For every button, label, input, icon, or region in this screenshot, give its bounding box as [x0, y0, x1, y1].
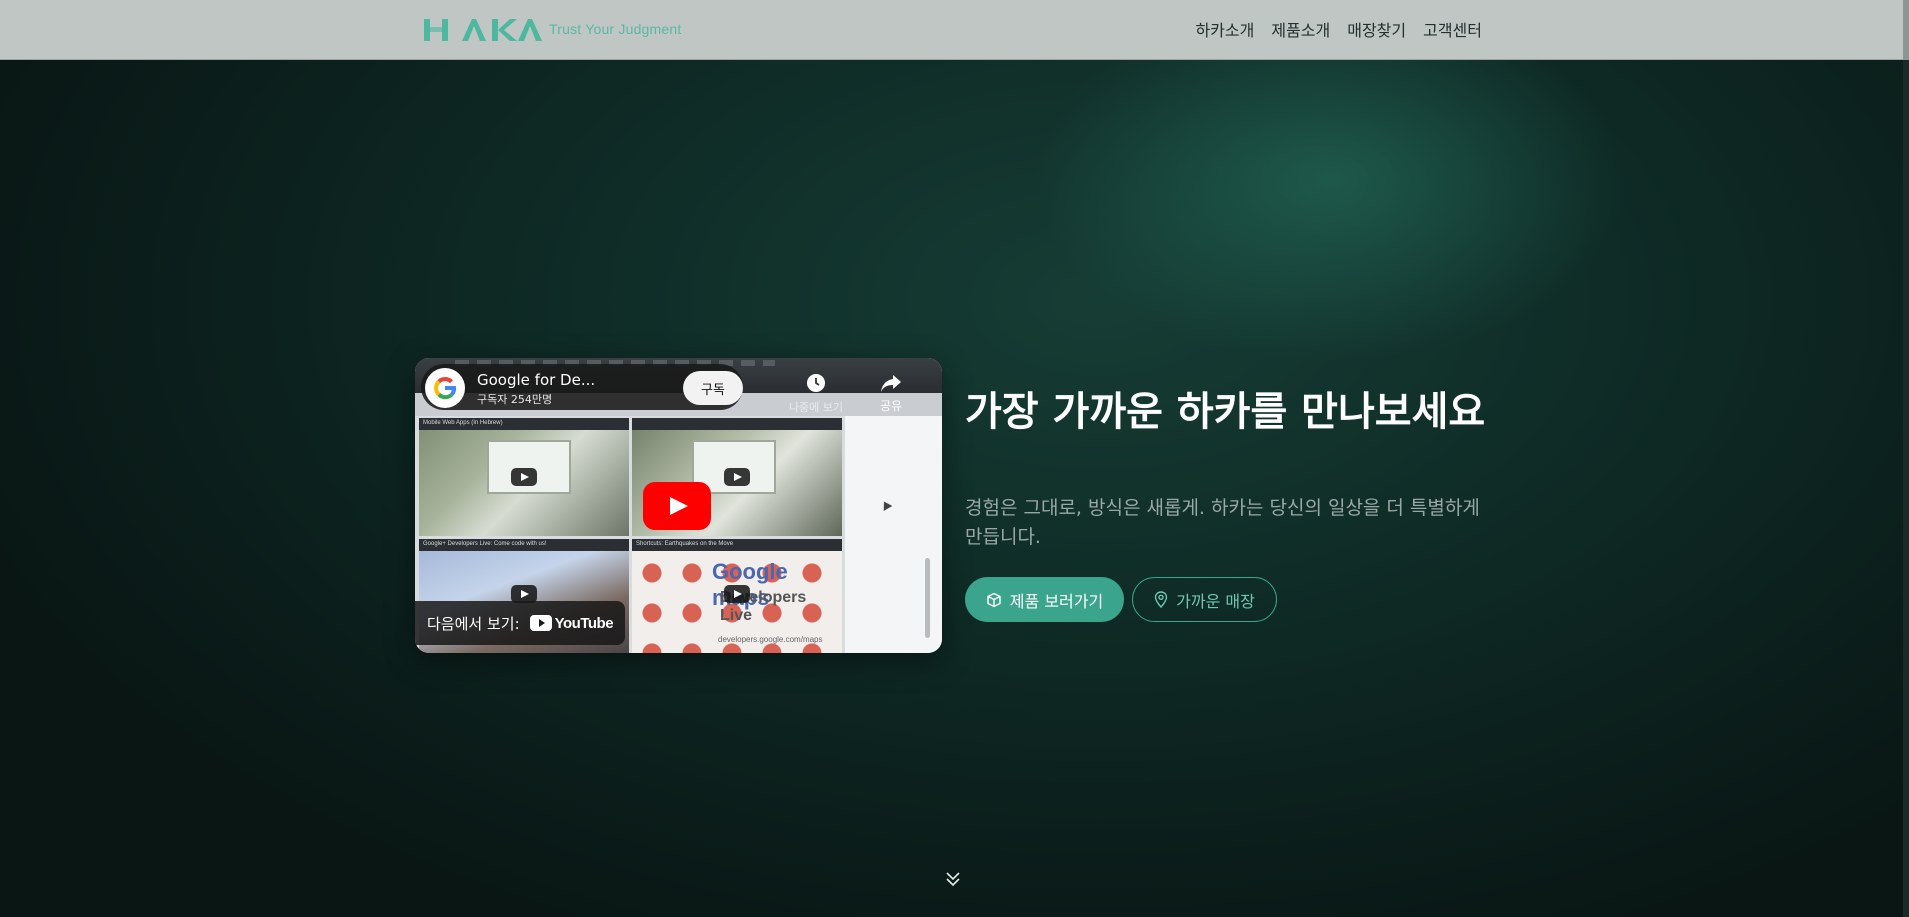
nav-item-support[interactable]: 고객센터: [1423, 17, 1482, 41]
video-thumbnail: Shortcuts: Earthquakes on the Move Googl…: [632, 539, 842, 653]
video-inner-scrollbar: [925, 558, 930, 638]
play-icon: [724, 585, 750, 603]
brand-tagline: Trust Your Judgment: [549, 21, 682, 37]
thumbnail-caption: Google+ Developers Live: Come code with …: [419, 539, 629, 551]
map-pin-icon: [1154, 591, 1168, 608]
watch-later-button[interactable]: 나중에 보기: [786, 372, 846, 415]
thumbnail-caption: [632, 418, 842, 430]
play-button[interactable]: [643, 482, 711, 530]
youtube-embed[interactable]: Mobile Web Apps (In Hebrew) Google+ Deve…: [415, 358, 942, 653]
developers-url-text: developers.google.com/maps: [718, 635, 823, 644]
nav-item-stores[interactable]: 매장찾기: [1347, 17, 1406, 41]
google-g-icon: [434, 376, 457, 400]
channel-subscribers: 구독자 254만명: [477, 393, 553, 406]
double-chevron-down-icon: [946, 872, 960, 887]
nav-item-products[interactable]: 제품소개: [1271, 17, 1330, 41]
page-background: [0, 0, 1909, 917]
channel-title[interactable]: Google for De...: [477, 371, 595, 389]
page-scrollbar-thumb[interactable]: [1903, 0, 1909, 60]
site-header: Trust Your Judgment 하카소개 제품소개 매장찾기 고객센터: [0, 0, 1909, 60]
scroll-down-button[interactable]: [943, 869, 963, 889]
google-channel-avatar[interactable]: [425, 368, 465, 408]
play-icon: [724, 468, 750, 486]
view-products-label: 제품 보러가기: [1009, 591, 1104, 611]
youtube-logo: YouTube: [529, 614, 614, 632]
subscribe-button[interactable]: 구독: [683, 371, 743, 405]
share-arrow-icon: [881, 375, 901, 392]
share-label: 공유: [879, 399, 903, 413]
hero-subtitle: 경험은 그대로, 방식은 새롭게. 하카는 당신의 일상을 더 특별하게 만듭니…: [965, 497, 1480, 548]
nearby-stores-button[interactable]: 가까운 매장: [1132, 577, 1277, 622]
watch-on-youtube[interactable]: 다음에서 보기: YouTube: [415, 601, 625, 645]
video-thumbnail: Mobile Web Apps (In Hebrew): [419, 418, 629, 536]
youtube-play-icon: [529, 615, 552, 631]
watch-later-label: 나중에 보기: [788, 401, 844, 414]
box-icon: [987, 592, 1001, 607]
play-icon: [511, 468, 537, 486]
hero-title: 가장 가까운 하카를 만나보세요: [965, 389, 1486, 435]
youtube-wordmark: YouTube: [554, 614, 614, 632]
thumbnail-caption: Shortcuts: Earthquakes on the Move: [632, 539, 842, 551]
haka-logo[interactable]: [422, 14, 546, 46]
haka-logo-mark: [424, 19, 542, 41]
main-nav: 하카소개 제품소개 매장찾기 고객센터: [1195, 17, 1482, 41]
clock-icon: [807, 374, 825, 392]
thumbnail-caption: Mobile Web Apps (In Hebrew): [419, 418, 629, 430]
page-scrollbar[interactable]: [1903, 0, 1909, 917]
view-products-button[interactable]: 제품 보러가기: [965, 577, 1124, 622]
watch-on-label: 다음에서 보기:: [427, 614, 520, 633]
nav-item-about[interactable]: 하카소개: [1195, 17, 1254, 41]
nearby-stores-label: 가까운 매장: [1176, 591, 1255, 611]
share-button[interactable]: 공유: [861, 372, 921, 414]
